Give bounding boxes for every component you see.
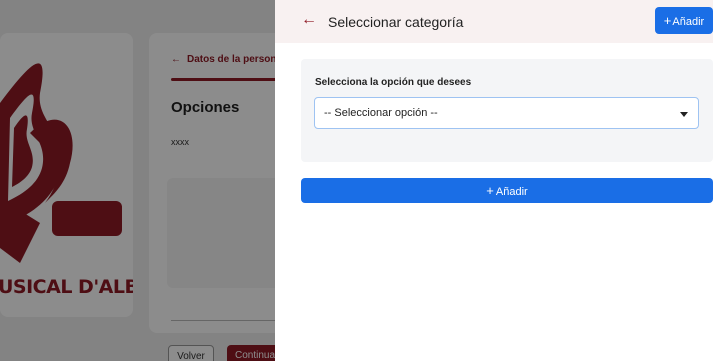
- drawer-title: Seleccionar categoría: [328, 14, 464, 30]
- caret-down-icon: [680, 112, 688, 117]
- select-value: -- Seleccionar opción --: [324, 107, 438, 119]
- header-add-label: Añadir: [672, 16, 705, 28]
- plus-icon: +: [663, 13, 672, 28]
- add-button[interactable]: + Añadir: [301, 178, 713, 203]
- category-drawer: ← Seleccionar categoría +Añadir Seleccio…: [275, 0, 713, 361]
- select-panel: Selecciona la opción que desees -- Selec…: [301, 59, 713, 162]
- add-label: Añadir: [495, 186, 528, 198]
- plus-icon: +: [486, 183, 494, 198]
- arrow-left-icon[interactable]: ←: [301, 11, 317, 29]
- category-select[interactable]: -- Seleccionar opción --: [314, 97, 699, 129]
- header-add-button[interactable]: +Añadir: [655, 7, 713, 34]
- select-label: Selecciona la opción que desees: [315, 77, 472, 88]
- drawer-header: ← Seleccionar categoría +Añadir: [275, 0, 713, 43]
